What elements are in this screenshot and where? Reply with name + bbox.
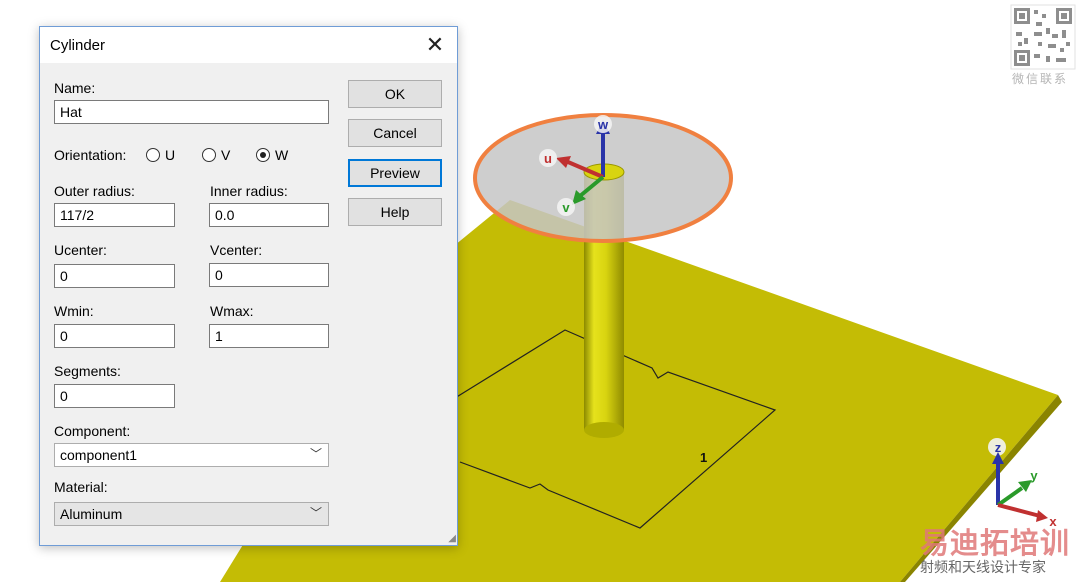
radio-label-u: U xyxy=(165,147,176,163)
wmin-field[interactable]: 0 xyxy=(54,324,175,348)
outer-radius-label: Outer radius: xyxy=(54,183,135,199)
port-label: 1 xyxy=(700,450,707,465)
ucenter-field[interactable]: 0 xyxy=(54,264,175,288)
resize-grip-icon[interactable]: ◢ xyxy=(448,533,456,544)
dialog-title: Cylinder xyxy=(50,37,106,54)
vcenter-label: Vcenter: xyxy=(210,242,263,258)
vcenter-field[interactable]: 0 xyxy=(209,263,329,287)
outer-radius-field[interactable]: 117/2 xyxy=(54,203,175,227)
y-axis xyxy=(996,486,1024,507)
material-label: Material: xyxy=(54,479,108,495)
wmax-label: Wmax: xyxy=(210,303,254,319)
material-select-value: Aluminum xyxy=(60,506,123,522)
component-select[interactable]: component1 ﹀ xyxy=(54,443,329,467)
brand-subtitle: 射频和天线设计专家 xyxy=(920,559,1046,575)
radio-checked-icon xyxy=(256,148,270,162)
y-axis-label: y xyxy=(1030,468,1038,483)
w-axis-label: w xyxy=(597,117,609,132)
z-axis-label: z xyxy=(995,440,1002,455)
radio-unchecked-icon xyxy=(202,148,216,162)
close-icon[interactable]: ✕ xyxy=(413,27,457,63)
v-axis-label: v xyxy=(562,200,570,215)
help-button[interactable]: Help xyxy=(348,198,442,226)
qr-caption: 微信联系 xyxy=(1012,72,1069,86)
preview-button[interactable]: Preview xyxy=(348,159,442,187)
u-axis-label: u xyxy=(544,151,552,166)
wmax-field[interactable]: 1 xyxy=(209,324,329,348)
cylinder-dialog: Cylinder ✕ Name: Hat Orientation: U V W … xyxy=(39,26,458,546)
dialog-titlebar[interactable]: Cylinder ✕ xyxy=(40,27,457,63)
chevron-down-icon: ﹀ xyxy=(309,447,322,461)
name-label: Name: xyxy=(54,80,96,96)
inner-radius-field[interactable]: 0.0 xyxy=(209,203,329,227)
segments-label: Segments: xyxy=(54,363,121,379)
name-field[interactable]: Hat xyxy=(54,100,329,124)
ucenter-label: Ucenter: xyxy=(54,242,107,258)
x-axis xyxy=(997,503,1041,518)
qr-code-icon xyxy=(1010,4,1076,70)
orientation-label: Orientation: xyxy=(54,147,127,163)
material-select[interactable]: Aluminum ﹀ xyxy=(54,502,329,526)
component-label: Component: xyxy=(54,423,131,439)
inner-radius-label: Inner radius: xyxy=(210,183,288,199)
cylinder-base xyxy=(584,422,624,438)
brand-watermark: 易迪拓培训 xyxy=(920,528,1071,560)
radio-unchecked-icon xyxy=(146,148,160,162)
ok-button[interactable]: OK xyxy=(348,80,442,108)
radio-label-v: V xyxy=(221,147,231,163)
segments-field[interactable]: 0 xyxy=(54,384,175,408)
radio-label-w: W xyxy=(275,147,289,163)
cancel-button[interactable]: Cancel xyxy=(348,119,442,147)
component-select-value: component1 xyxy=(60,447,138,463)
chevron-down-icon: ﹀ xyxy=(309,506,322,520)
wmin-label: Wmin: xyxy=(54,303,94,319)
